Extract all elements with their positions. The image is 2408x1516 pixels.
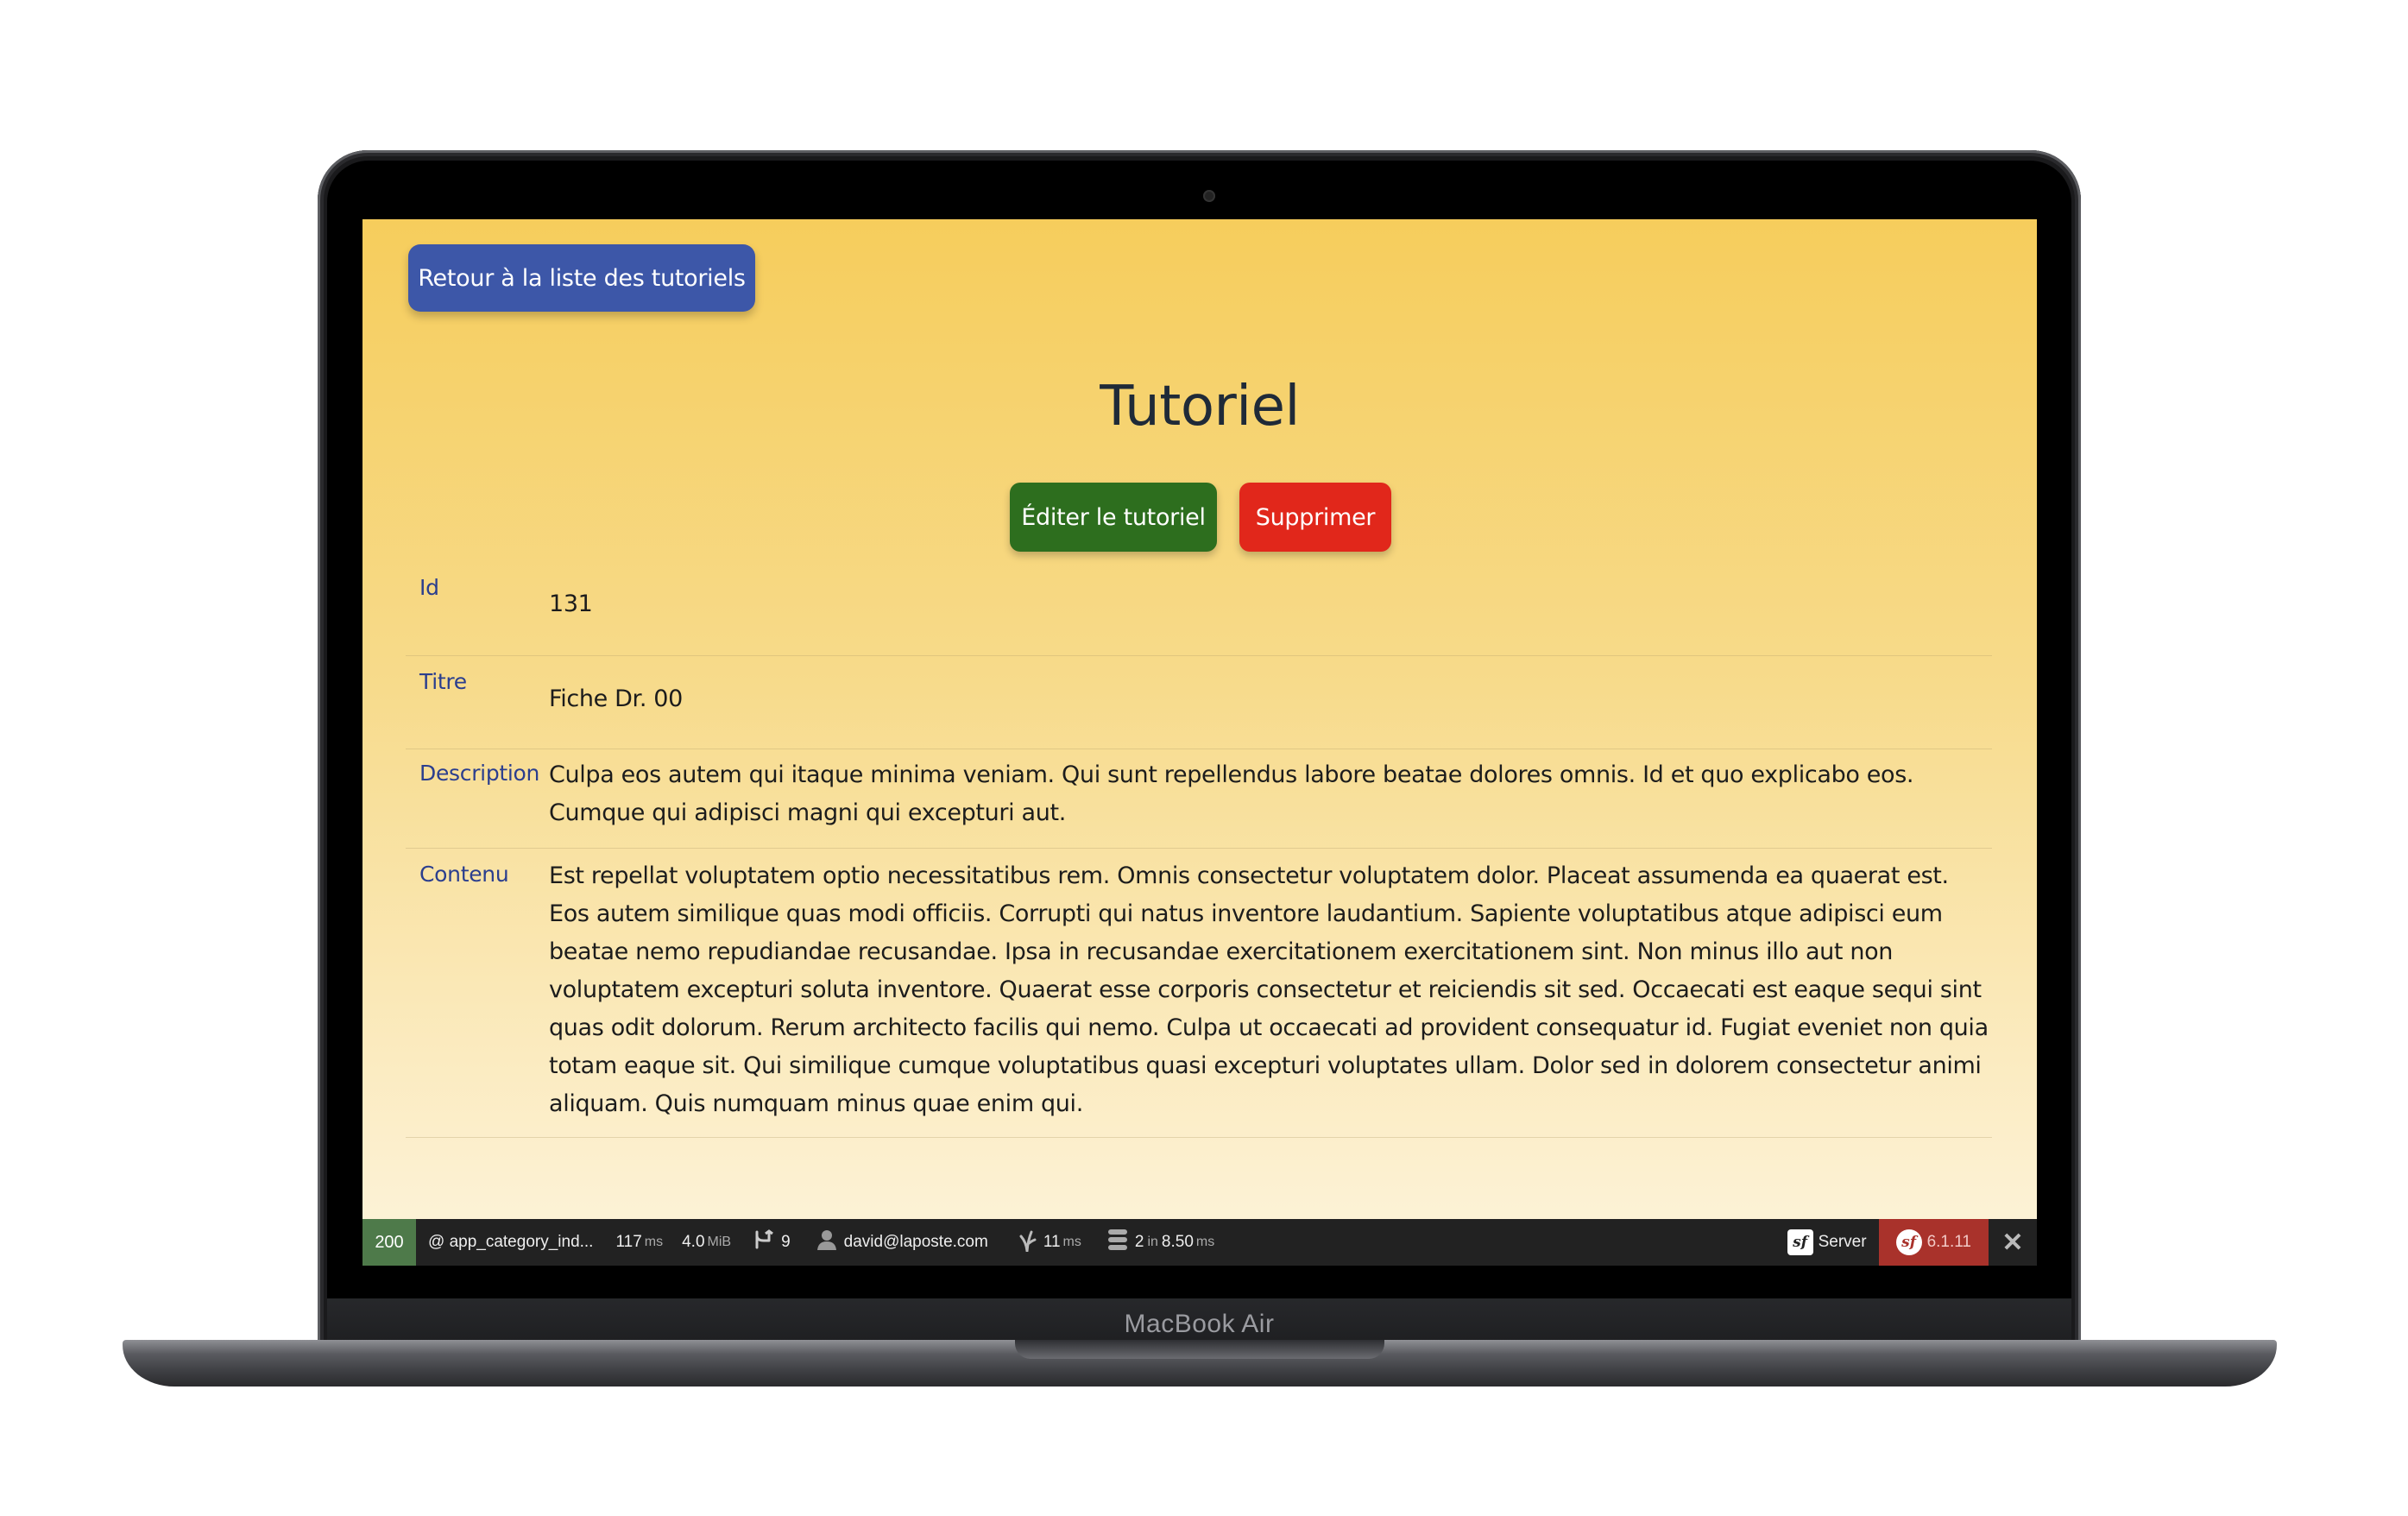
detail-row-content: Contenu Est repellat voluptatem optio ne… [406, 849, 1992, 1138]
detail-row-description: Description Culpa eos autem qui itaque m… [406, 749, 1992, 849]
symfony-version: 6.1.11 [1926, 1233, 1971, 1251]
symfony-logo: sf [1895, 1229, 1922, 1255]
detail-value: Est repellat voluptatem optio necessitat… [549, 862, 1989, 1117]
db-query-count: 2 [1134, 1233, 1144, 1251]
detail-label: Id [419, 575, 439, 600]
db-in-label: in [1147, 1235, 1158, 1249]
twig-time-unit: ms [1062, 1235, 1081, 1249]
time-value: 117 [615, 1233, 642, 1251]
detail-label: Description [419, 761, 540, 786]
time-item[interactable]: 117 ms [615, 1233, 663, 1252]
db-time-value: 8.50 [1161, 1233, 1194, 1251]
detail-row-id: Id 131 [406, 566, 1992, 656]
detail-value: Fiche Dr. 00 [549, 685, 683, 712]
server-item[interactable]: sf Server [1787, 1229, 1867, 1255]
memory-item[interactable]: 4.0 MiB [682, 1233, 731, 1252]
stage: MacBook Air Retour à la liste des tutori… [0, 0, 2408, 1516]
twig-time-value: 11 [1043, 1233, 1061, 1251]
branch-icon [752, 1229, 774, 1256]
close-icon[interactable]: ✕ [1989, 1219, 2037, 1266]
debug-toolbar: 200 @ app_category_ind... 117 ms 4.0 MiB… [362, 1219, 2037, 1266]
browser-viewport: Retour à la liste des tutoriels Tutoriel… [362, 219, 2037, 1266]
twig-item[interactable]: 11 ms [1018, 1228, 1081, 1257]
status-badge[interactable]: 200 [362, 1219, 416, 1266]
database-icon [1107, 1229, 1128, 1256]
detail-row-title: Titre Fiche Dr. 00 [406, 656, 1992, 749]
twig-icon [1018, 1228, 1037, 1257]
db-item[interactable]: 2 in 8.50 ms [1107, 1229, 1214, 1256]
edit-tutorial-button[interactable]: Éditer le tutoriel [1010, 483, 1217, 552]
back-to-list-button[interactable]: Retour à la liste des tutoriels [408, 244, 755, 312]
memory-value: 4.0 [682, 1233, 705, 1251]
time-unit: ms [644, 1235, 664, 1249]
delete-button[interactable]: Supprimer [1239, 483, 1391, 552]
events-item[interactable]: 9 [752, 1229, 791, 1256]
detail-label: Titre [419, 669, 467, 694]
detail-value: 131 [549, 591, 593, 617]
detail-value: Culpa eos autem qui itaque minima veniam… [549, 761, 1914, 826]
user-item[interactable]: david@laposte.com [816, 1229, 988, 1256]
webcam-icon [1203, 190, 1215, 202]
events-count: 9 [781, 1233, 791, 1251]
memory-unit: MiB [707, 1235, 732, 1249]
detail-label: Contenu [419, 862, 509, 887]
server-label: Server [1818, 1233, 1867, 1251]
user-email: david@laposte.com [843, 1233, 988, 1251]
version-item[interactable]: sf 6.1.11 [1878, 1219, 1989, 1266]
route-item[interactable]: @ app_category_ind... [428, 1233, 593, 1252]
route-label: @ app_category_ind... [428, 1233, 594, 1251]
page-title: Tutoriel [1100, 375, 1300, 439]
symfony-logo: sf [1787, 1229, 1813, 1255]
user-icon [816, 1229, 837, 1256]
detail-table: Id 131 Titre Fiche Dr. 00 Description Cu… [406, 566, 1992, 1138]
device-label: MacBook Air [1124, 1310, 1275, 1338]
db-time-unit: ms [1195, 1235, 1215, 1249]
laptop-base-notch [1015, 1340, 1384, 1359]
